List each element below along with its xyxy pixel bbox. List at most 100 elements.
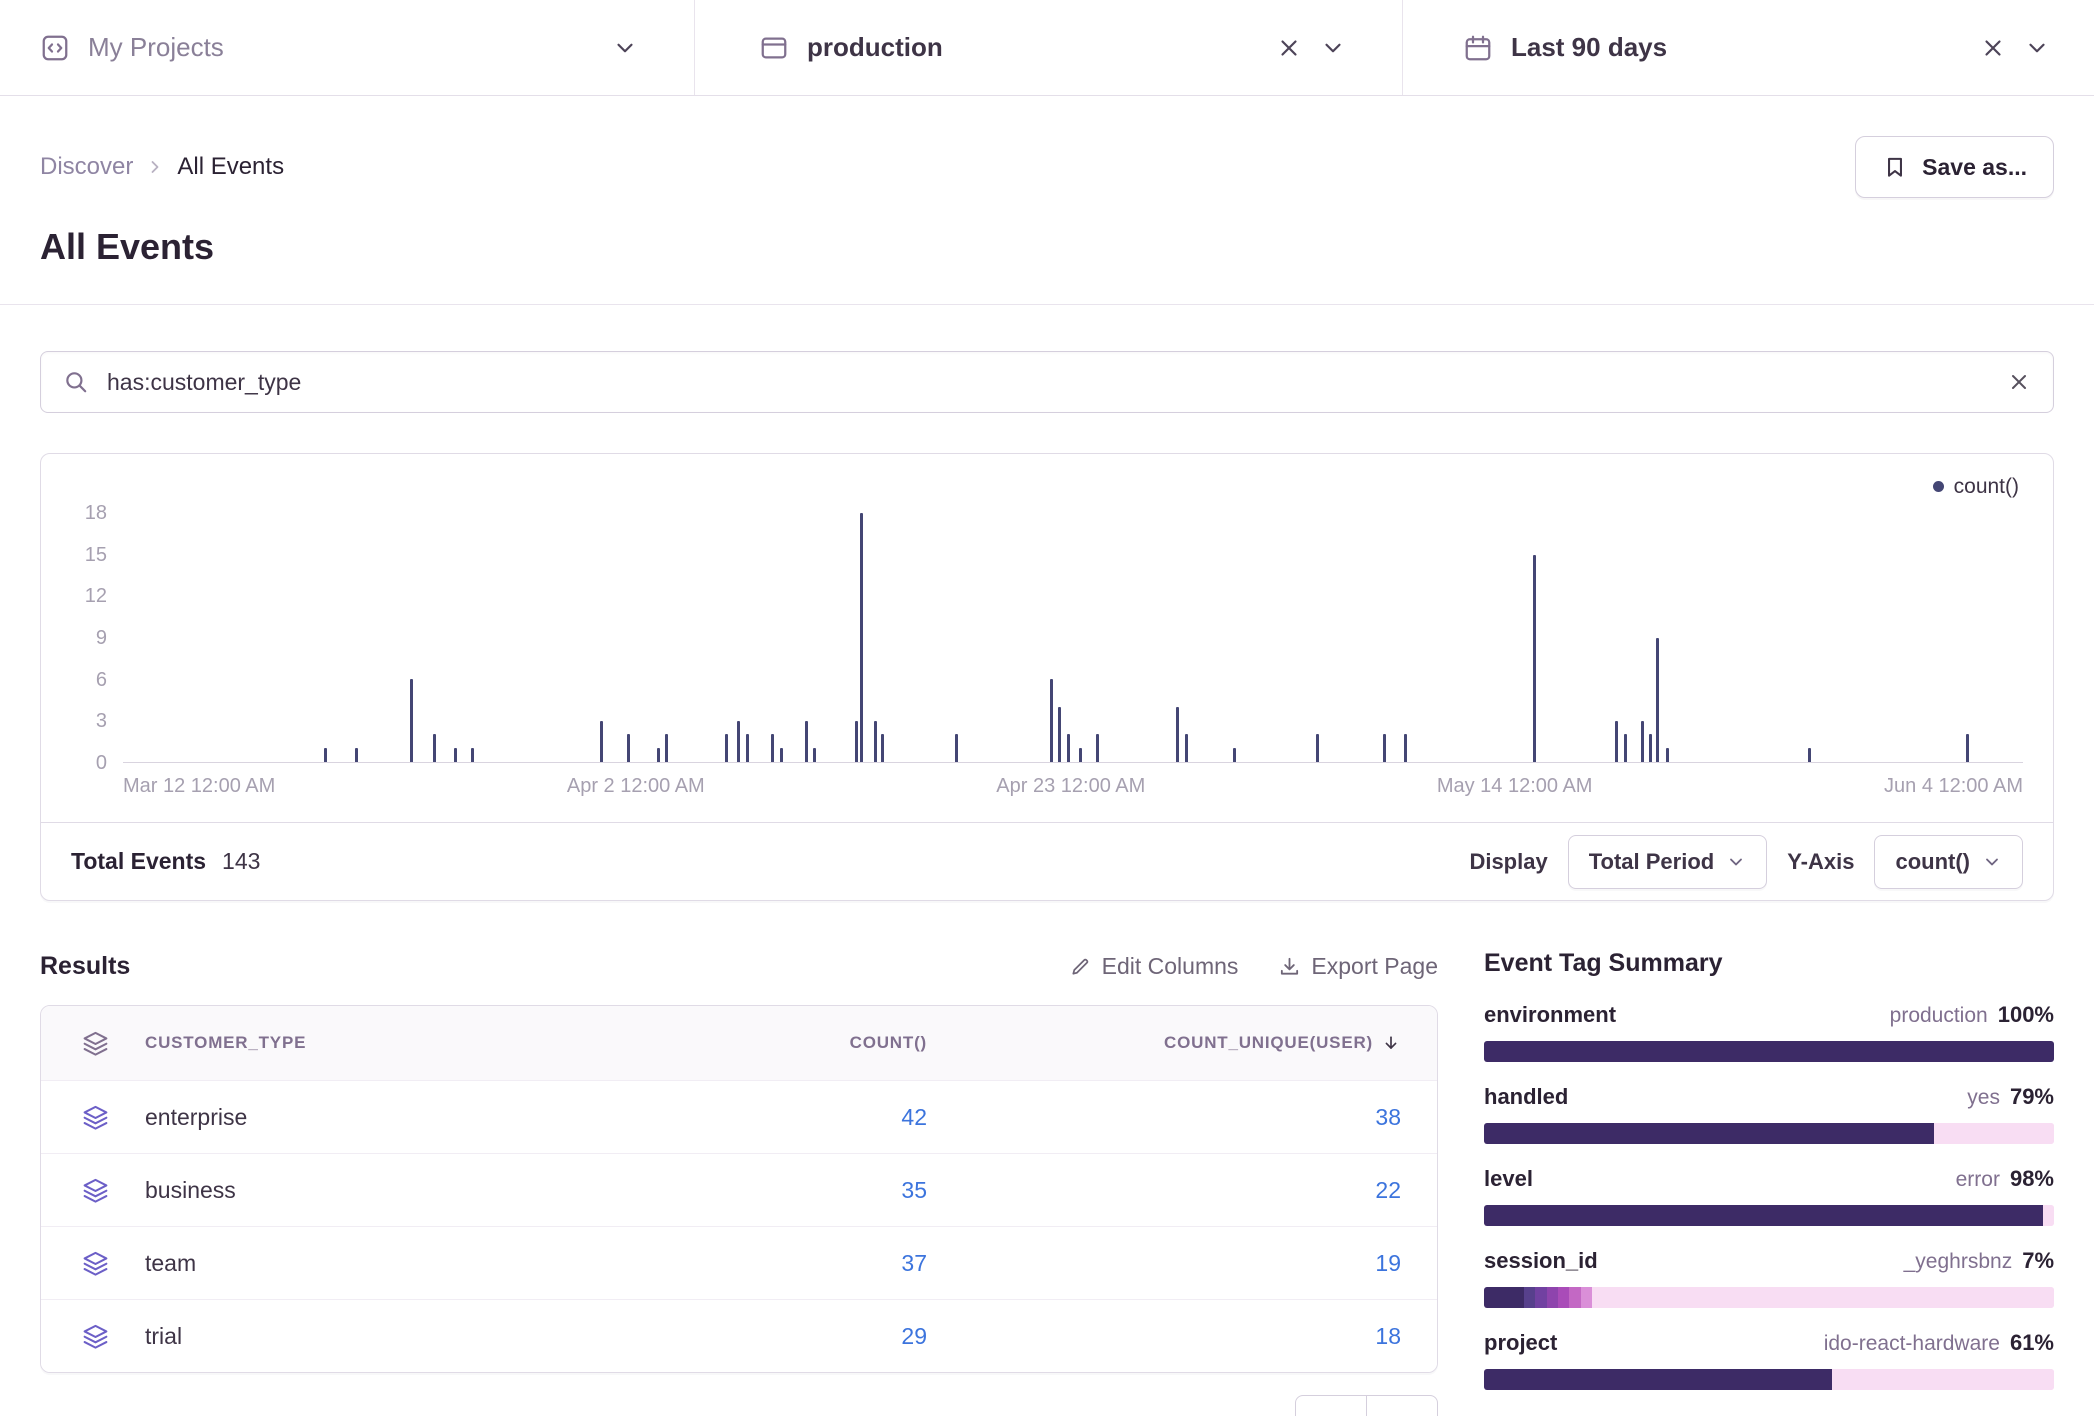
cell-count-link[interactable]: 37: [901, 1250, 927, 1277]
clear-environment-icon[interactable]: [1276, 35, 1302, 61]
display-select[interactable]: Total Period: [1568, 835, 1768, 889]
display-select-value: Total Period: [1589, 849, 1715, 875]
tag-name: handled: [1484, 1084, 1568, 1110]
page-header: Discover All Events Save as... All Event…: [0, 96, 2094, 305]
tag-block-handled: handled yes 79%: [1484, 1084, 2054, 1144]
pencil-icon: [1069, 955, 1092, 978]
total-events-value: 143: [222, 848, 260, 875]
chevron-down-icon[interactable]: [1320, 35, 1346, 61]
tag-block-level: level error 98%: [1484, 1166, 2054, 1226]
cell-count-link[interactable]: 29: [901, 1323, 927, 1350]
yaxis-select[interactable]: count(): [1874, 835, 2023, 889]
search-bar: [40, 351, 2054, 413]
breadcrumb-discover-link[interactable]: Discover: [40, 153, 133, 181]
cell-count-unique-link[interactable]: 38: [1375, 1104, 1401, 1131]
yaxis-select-value: count(): [1895, 849, 1970, 875]
column-header-count[interactable]: COUNT(): [607, 1033, 927, 1053]
column-header-count-unique[interactable]: COUNT_UNIQUE(USER): [927, 1033, 1437, 1053]
save-as-button[interactable]: Save as...: [1855, 136, 2054, 198]
environment-filter-label: production: [807, 32, 943, 63]
stack-icon: [81, 1249, 110, 1278]
search-icon: [63, 369, 89, 395]
column-header-count-unique-label: COUNT_UNIQUE(USER): [1164, 1033, 1373, 1053]
stack-icon: [81, 1322, 110, 1351]
table-row[interactable]: business 35 22: [41, 1153, 1437, 1226]
project-selector[interactable]: My Projects: [0, 0, 694, 95]
clear-search-icon[interactable]: [2007, 370, 2031, 394]
column-header-customer-type[interactable]: CUSTOMER_TYPE: [145, 1033, 607, 1053]
tag-block-environment: environment production 100%: [1484, 1002, 2054, 1062]
tag-distribution-bar[interactable]: [1484, 1041, 2054, 1062]
tag-block-session-id: session_id _yeghrsbnz 7%: [1484, 1248, 2054, 1308]
cell-customer-type: enterprise: [145, 1104, 607, 1131]
chevron-left-icon: [1319, 1412, 1343, 1416]
cell-customer-type: business: [145, 1177, 607, 1204]
bookmark-icon: [1882, 154, 1908, 180]
tag-top-value: production: [1890, 1004, 1988, 1028]
cell-count-link[interactable]: 35: [901, 1177, 927, 1204]
tag-percent: 61%: [2010, 1330, 2054, 1356]
chart-x-axis: Mar 12 12:00 AMApr 2 12:00 AMApr 23 12:0…: [123, 775, 2023, 798]
global-filter-bar: My Projects production Last 90 days: [0, 0, 2094, 96]
edit-columns-label: Edit Columns: [1102, 953, 1239, 980]
cell-count-unique-link[interactable]: 18: [1375, 1323, 1401, 1350]
chart-y-axis: 1815129630: [71, 513, 123, 763]
legend-label: count(): [1954, 475, 2019, 499]
chevron-down-icon: [1982, 852, 2002, 872]
date-range-filter[interactable]: Last 90 days: [1402, 0, 2094, 95]
date-range-label: Last 90 days: [1511, 32, 1667, 63]
chevron-right-icon: [145, 157, 165, 177]
table-row[interactable]: team 37 19: [41, 1226, 1437, 1299]
next-page-button[interactable]: [1366, 1395, 1438, 1416]
tag-distribution-bar[interactable]: [1484, 1287, 2054, 1308]
export-page-label: Export Page: [1311, 953, 1438, 980]
table-row[interactable]: trial 29 18: [41, 1299, 1437, 1372]
edit-columns-button[interactable]: Edit Columns: [1069, 953, 1239, 980]
tag-name: session_id: [1484, 1248, 1598, 1274]
environment-filter[interactable]: production: [694, 0, 1402, 95]
download-icon: [1278, 955, 1301, 978]
yaxis-label: Y-Axis: [1787, 849, 1854, 875]
cell-count-link[interactable]: 42: [901, 1104, 927, 1131]
tag-percent: 7%: [2022, 1248, 2054, 1274]
tag-percent: 79%: [2010, 1084, 2054, 1110]
table-row[interactable]: enterprise 42 38: [41, 1080, 1437, 1153]
chart-plot[interactable]: [123, 513, 2023, 763]
cell-customer-type: trial: [145, 1323, 607, 1350]
breadcrumb-current: All Events: [177, 153, 284, 181]
tag-summary-title: Event Tag Summary: [1484, 949, 2054, 978]
clear-date-icon[interactable]: [1980, 35, 2006, 61]
table-header-row: CUSTOMER_TYPE COUNT() COUNT_UNIQUE(USER): [41, 1006, 1437, 1080]
chart-legend[interactable]: count(): [71, 474, 2023, 499]
chart-footer: Total Events 143 Display Total Period Y-…: [41, 822, 2053, 900]
cell-count-unique-link[interactable]: 19: [1375, 1250, 1401, 1277]
cell-customer-type: team: [145, 1250, 607, 1277]
total-events-label: Total Events: [71, 848, 206, 875]
projects-icon: [40, 33, 70, 63]
events-chart-panel: count() 1815129630 Mar 12 12:00 AMApr 2 …: [40, 453, 2054, 901]
display-label: Display: [1469, 849, 1547, 875]
previous-page-button[interactable]: [1295, 1395, 1367, 1416]
tag-name: project: [1484, 1330, 1557, 1356]
tag-percent: 100%: [1998, 1002, 2054, 1028]
chevron-down-icon[interactable]: [612, 35, 638, 61]
breadcrumb: Discover All Events: [40, 153, 284, 181]
chevron-right-icon: [1390, 1412, 1414, 1416]
results-title: Results: [40, 952, 130, 981]
tag-top-value: ido-react-hardware: [1824, 1332, 2000, 1356]
search-input[interactable]: [107, 369, 1989, 396]
save-as-label: Save as...: [1922, 154, 2027, 181]
export-page-button[interactable]: Export Page: [1278, 953, 1438, 980]
chevron-down-icon[interactable]: [2024, 35, 2050, 61]
calendar-icon: [1463, 33, 1493, 63]
tag-distribution-bar[interactable]: [1484, 1369, 2054, 1390]
cell-count-unique-link[interactable]: 22: [1375, 1177, 1401, 1204]
tag-percent: 98%: [2010, 1166, 2054, 1192]
pagination: [40, 1395, 1438, 1416]
tag-distribution-bar[interactable]: [1484, 1123, 2054, 1144]
tag-name: level: [1484, 1166, 1533, 1192]
legend-dot-icon: [1933, 481, 1944, 492]
tag-block-project: project ido-react-hardware 61%: [1484, 1330, 2054, 1390]
tag-distribution-bar[interactable]: [1484, 1205, 2054, 1226]
stack-icon: [81, 1029, 110, 1058]
